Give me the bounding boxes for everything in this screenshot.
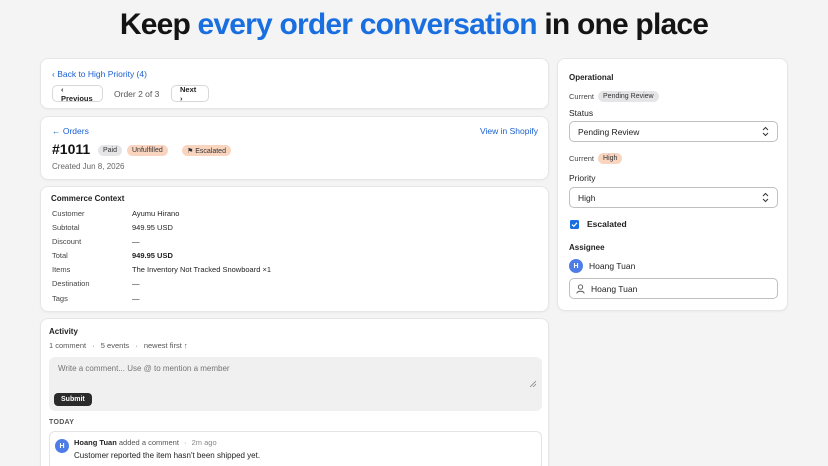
commerce-key: Destination	[52, 279, 90, 288]
assignee-input-value: Hoang Tuan	[591, 283, 638, 294]
activity-title: Activity	[49, 327, 78, 336]
comment-time: 2m ago	[191, 438, 217, 447]
comment-composer: Submit	[49, 357, 542, 411]
current-assignee: H Hoang Tuan	[569, 259, 635, 273]
next-button[interactable]: Next ›	[171, 85, 209, 103]
activity-card: Activity 1 comment · 5 events · newest f…	[40, 318, 549, 466]
unfulfilled-badge: Unfulfilled	[127, 145, 168, 156]
hero-headline: Keep every order conversation in one pla…	[0, 8, 828, 42]
previous-button[interactable]: ‹ Previous	[52, 85, 103, 103]
operational-title: Operational	[569, 73, 614, 82]
activity-meta: 1 comment · 5 events · newest first ↑	[49, 341, 188, 350]
priority-select-value: High	[578, 192, 596, 203]
commerce-context-card: Commerce Context Customer Ayumu Hirano S…	[40, 186, 549, 312]
status-select[interactable]: Pending Review	[569, 121, 778, 142]
comment-author: Hoang Tuan	[74, 438, 117, 447]
order-position: Order 2 of 3	[114, 89, 160, 99]
view-in-shopify-link[interactable]: View in Shopify	[480, 126, 538, 136]
commerce-value: Ayumu Hirano	[132, 209, 180, 218]
resize-handle-icon[interactable]	[530, 381, 536, 387]
sort-toggle[interactable]: newest first ↑	[144, 341, 188, 350]
user-icon	[576, 283, 585, 294]
commerce-key: Customer	[52, 209, 85, 218]
paid-badge: Paid	[98, 145, 123, 156]
commerce-key: Items	[52, 265, 71, 274]
comment-text: Customer reported the item hasn't been s…	[74, 451, 261, 460]
commerce-key: Total	[52, 251, 68, 260]
checkbox-checked-icon[interactable]	[570, 219, 579, 229]
order-header-card: ← Orders View in Shopify #1011 Paid Unfu…	[40, 116, 549, 180]
back-to-queue-link[interactable]: ‹ Back to High Priority (4)	[52, 69, 147, 79]
chevron-updown-icon	[762, 126, 769, 137]
commerce-value: 949.95 USD	[132, 223, 173, 232]
status-current-label: Current	[569, 92, 595, 101]
escalated-badge: ⚑ Escalated	[182, 145, 231, 156]
orders-link[interactable]: ← Orders	[52, 126, 89, 136]
comment-count: 1 comment	[49, 341, 87, 350]
commerce-context-title: Commerce Context	[51, 194, 125, 203]
priority-current-label: Current	[569, 154, 595, 163]
event-count: 5 events	[100, 341, 130, 350]
commerce-value: —	[132, 237, 140, 246]
priority-label: Priority	[569, 173, 596, 183]
assignee-input[interactable]: Hoang Tuan	[569, 278, 778, 299]
commerce-key: Subtotal	[52, 223, 80, 232]
order-number: #1011	[52, 141, 91, 157]
assignee-name: Hoang Tuan	[589, 261, 636, 271]
navigation-card: ‹ Back to High Priority (4) ‹ Previous O…	[40, 58, 549, 109]
comment-item: H Hoang Tuan added a comment · 2m ago Cu…	[49, 431, 542, 466]
escalated-label: Escalated	[587, 219, 627, 229]
created-date: Created Jun 8, 2026	[52, 162, 125, 171]
assignee-avatar: H	[569, 259, 583, 273]
assignee-title: Assignee	[569, 243, 605, 252]
commerce-key: Discount	[52, 237, 82, 246]
comment-input[interactable]	[49, 357, 542, 391]
comment-action: added a comment	[118, 438, 179, 447]
commerce-value: The Inventory Not Tracked Snowboard ×1	[132, 265, 272, 274]
commerce-value: —	[132, 294, 140, 303]
comment-avatar: H	[55, 439, 69, 453]
priority-current: Current High	[569, 153, 623, 164]
commerce-value: —	[132, 279, 140, 288]
operational-card: Operational Current Pending Review Statu…	[557, 58, 788, 311]
hero-prefix: Keep	[119, 8, 198, 41]
status-select-value: Pending Review	[578, 126, 640, 137]
hero-suffix: in one place	[536, 8, 709, 41]
commerce-key: Tags	[52, 294, 68, 303]
status-current: Current Pending Review	[569, 91, 659, 102]
priority-select[interactable]: High	[569, 187, 778, 208]
submit-button[interactable]: Submit	[54, 393, 92, 406]
status-current-badge: Pending Review	[598, 91, 659, 102]
comment-header: Hoang Tuan added a comment · 2m ago	[74, 438, 217, 447]
commerce-value: 949.95 USD	[132, 251, 173, 260]
status-label: Status	[569, 108, 594, 118]
hero-accent: every order conversation	[197, 8, 538, 41]
priority-current-badge: High	[598, 153, 623, 164]
escalated-toggle[interactable]: Escalated	[570, 219, 627, 229]
chevron-updown-icon	[762, 192, 769, 203]
day-label: TODAY	[49, 419, 75, 426]
